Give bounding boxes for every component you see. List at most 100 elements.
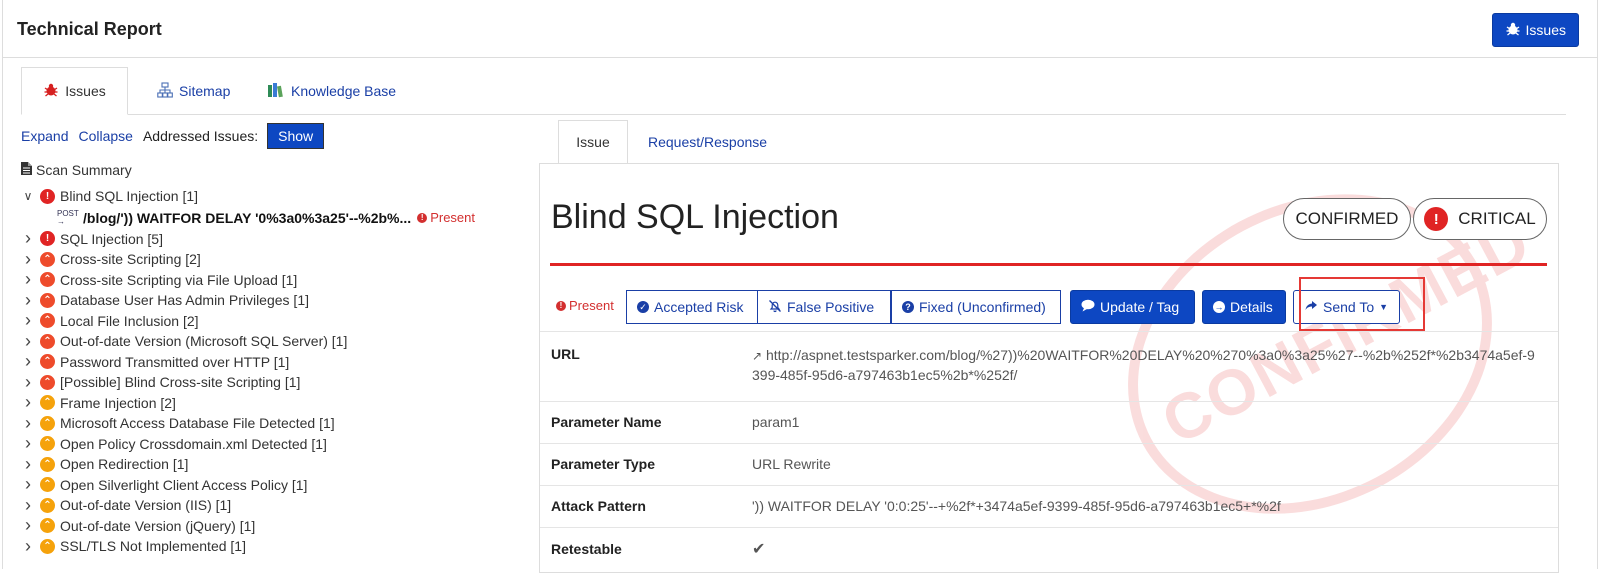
accepted-risk-button[interactable]: ✓ Accepted Risk (626, 290, 758, 324)
medium-severity-icon: ⌃ (40, 477, 55, 493)
tree-item-label: Frame Injection [2] (60, 394, 176, 411)
tree-item-label: Out-of-date Version (jQuery) [1] (60, 517, 256, 534)
tree-item-label: [Possible] Blind Cross-site Scripting [1… (60, 374, 301, 391)
question-circle-icon: ? (902, 301, 914, 313)
details-button[interactable]: → Details (1202, 290, 1286, 324)
tree-item-label: Cross-site Scripting [2] (60, 251, 201, 268)
high-severity-icon: ⌃ (40, 374, 55, 390)
table-row-parameter-name: Parameter Name param1 (540, 401, 1558, 443)
tree-item[interactable]: › ⌃ Local File Inclusion [2] (21, 310, 511, 332)
post-method-icon: POST → (57, 208, 79, 226)
scan-summary-node[interactable]: Scan Summary (21, 160, 511, 180)
status-present: ! Present (417, 210, 475, 225)
tree-item[interactable]: › ⌃ [Possible] Blind Cross-site Scripting … (21, 372, 511, 393)
tree-item[interactable]: ›! SQL Injection [5] (21, 228, 511, 250)
tree-item-label: Out-of-date Version (IIS) [1] (60, 497, 232, 514)
tree-item[interactable]: › ⌃ Out-of-date Version (jQuery) [1] (21, 515, 511, 537)
tree-item-label: SQL Injection [5] (60, 230, 163, 247)
url-label: URL (551, 346, 580, 362)
tree-item-label: Open Policy Crossdomain.xml Detected [1] (60, 435, 327, 452)
scan-summary-label: Scan Summary (36, 162, 132, 178)
tab-sitemap[interactable]: Sitemap (141, 67, 246, 115)
tree-item-label: Microsoft Access Database File Detected … (60, 415, 335, 432)
tree-item-expanded[interactable]: ∨ ! Blind SQL Injection [1] (21, 186, 511, 207)
addressed-issues-label: Addressed Issues: (142, 128, 259, 144)
high-severity-icon: ⌃ (40, 292, 55, 308)
tab-issues[interactable]: Issues (21, 67, 128, 115)
collapse-link[interactable]: Collapse (78, 128, 132, 144)
chevron-right-icon[interactable]: › (21, 474, 35, 495)
exclamation-icon: ! (556, 300, 566, 311)
table-row-url: URL ↗ http://aspnet.testsparker.com/blog… (540, 331, 1558, 401)
chevron-right-icon[interactable]: › (21, 310, 35, 331)
show-toggle[interactable]: Show (267, 123, 325, 149)
tab-label: Knowledge Base (291, 83, 397, 99)
chevron-right-icon[interactable]: › (21, 249, 35, 270)
tree-item-label: Local File Inclusion [2] (60, 312, 199, 329)
chevron-right-icon[interactable]: › (21, 228, 35, 249)
tree-item[interactable]: › ⌃ Frame Injection [2] (21, 392, 511, 414)
send-to-highlight (1299, 277, 1425, 331)
chevron-right-icon[interactable]: › (21, 515, 35, 536)
medium-severity-icon: ⌃ (40, 518, 55, 534)
medium-severity-icon: ⌃ (40, 538, 55, 554)
sitemap-icon (157, 81, 173, 101)
medium-severity-icon: ⌃ (40, 456, 55, 472)
tree-item[interactable]: › ⌃ Open Silverlight Client Access Policy … (21, 474, 511, 496)
chevron-right-icon[interactable]: › (21, 495, 35, 516)
tree-item-label: SSL/TLS Not Implemented [1] (60, 538, 246, 555)
page-title: Technical Report (17, 19, 162, 39)
table-row-parameter-type: Parameter Type URL Rewrite (540, 443, 1558, 485)
high-severity-icon: ⌃ (40, 333, 55, 349)
tree-item[interactable]: › ⌃ Microsoft Access Database File Detecte… (21, 413, 511, 434)
tree-item[interactable]: › ⌃ Open Policy Crossdomain.xml Detected [… (21, 433, 511, 455)
exclamation-icon: ! (417, 212, 428, 223)
medium-severity-icon: ⌃ (40, 436, 55, 452)
status-present: ! Present (556, 298, 614, 313)
high-severity-icon: ⌃ (40, 313, 55, 329)
chevron-right-icon[interactable]: › (21, 290, 35, 311)
chevron-right-icon[interactable]: › (21, 351, 35, 372)
tree-item[interactable]: › ⌃ Out-of-date Version (IIS) [1] (21, 495, 511, 516)
sub-item-path: /blog/')) WAITFOR DELAY '0%3a0%3a25'--%2… (83, 209, 412, 226)
tree-item[interactable]: › ⌃ Password Transmitted over HTTP [1] (21, 351, 511, 373)
update-tag-button[interactable]: Update / Tag (1070, 290, 1195, 324)
check-icon: ✔ (752, 541, 766, 558)
chevron-right-icon[interactable]: › (21, 372, 35, 393)
tree-item-label: Open Redirection [1] (60, 456, 189, 473)
tree-item[interactable]: › ⌃ Cross-site Scripting via File Upload [… (21, 269, 511, 291)
expand-link[interactable]: Expand (21, 128, 68, 144)
chevron-right-icon[interactable]: › (21, 433, 35, 454)
chevron-down-icon[interactable]: ∨ (21, 189, 35, 203)
bug-icon (43, 82, 59, 101)
arrow-circle-right-icon: → (1213, 301, 1225, 313)
chevron-right-icon[interactable]: › (21, 454, 35, 475)
tab-knowledge-base[interactable]: Knowledge Base (251, 67, 412, 115)
chevron-right-icon[interactable]: › (21, 536, 35, 557)
parameter-name-label: Parameter Name (551, 414, 662, 430)
chevron-right-icon[interactable]: › (21, 269, 35, 290)
issues-button[interactable]: Issues (1491, 13, 1579, 47)
fixed-unconfirmed-button[interactable]: ? Fixed (Unconfirmed) (891, 290, 1061, 324)
attack-pattern-label: Attack Pattern (551, 498, 646, 514)
tab-request-response[interactable]: Request/Response (630, 120, 785, 164)
tree-item-label: Blind SQL Injection [1] (60, 188, 199, 205)
tree-item[interactable]: › ⌃ Database User Has Admin Privileges [1] (21, 290, 511, 311)
tree-item-label: Password Transmitted over HTTP [1] (60, 353, 290, 370)
issues-tree: Scan Summary ∨ ! Blind SQL Injection [1]… (21, 160, 511, 557)
high-severity-icon: ⌃ (40, 354, 55, 370)
chevron-right-icon[interactable]: › (21, 413, 35, 434)
tree-item[interactable]: › ⌃ Open Redirection [1] (21, 454, 511, 475)
false-positive-button[interactable]: False Positive (757, 290, 891, 324)
tree-item[interactable]: › ⌃ SSL/TLS Not Implemented [1] (21, 536, 511, 557)
url-value[interactable]: ↗ http://aspnet.testsparker.com/blog/%27… (752, 346, 1542, 385)
tab-issue[interactable]: Issue (558, 120, 628, 164)
chevron-right-icon[interactable]: › (21, 392, 35, 413)
tree-item-label: Database User Has Admin Privileges [1] (60, 292, 309, 309)
chevron-right-icon[interactable]: › (21, 331, 35, 352)
tree-item[interactable]: › ⌃ Cross-site Scripting [2] (21, 249, 511, 270)
issue-title: Blind SQL Injection (551, 198, 839, 236)
tree-sub-item[interactable]: POST → /blog/')) WAITFOR DELAY '0%3a0%3a2… (21, 207, 511, 229)
tree-item[interactable]: › ⌃ Out-of-date Version (Microsoft SQL Ser… (21, 331, 511, 352)
bell-slash-icon (768, 299, 782, 316)
